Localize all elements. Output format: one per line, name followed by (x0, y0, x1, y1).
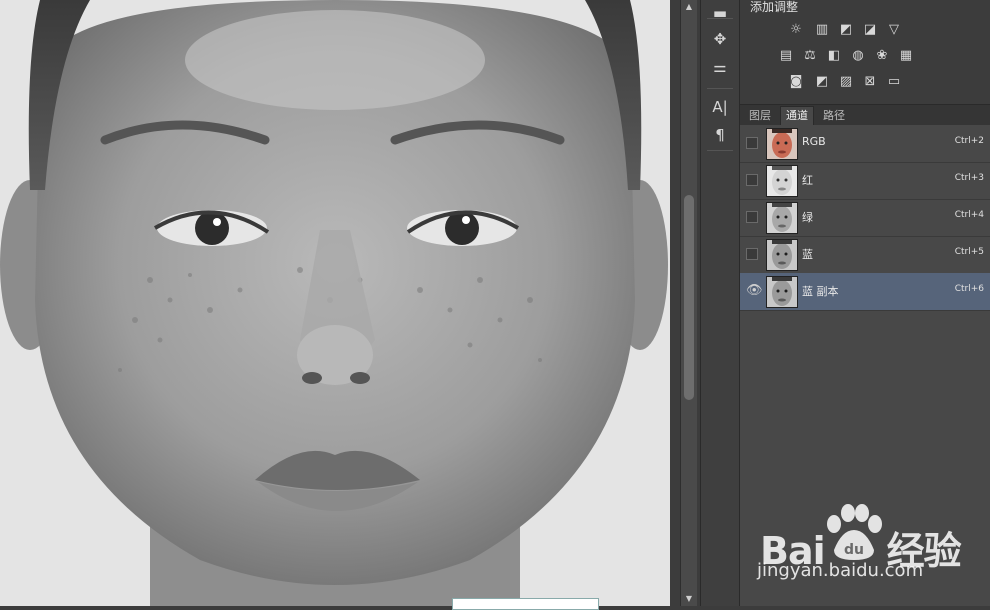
tab-paths[interactable]: 路径 (818, 107, 850, 125)
curves-icon[interactable]: ◩ (836, 22, 856, 38)
channel-row-blue[interactable]: 蓝 Ctrl+5 (740, 236, 990, 274)
watermark-url: jingyan.baidu.com (757, 560, 924, 581)
channel-row-red[interactable]: 红 Ctrl+3 (740, 162, 990, 200)
baidu-paw-icon: du (827, 504, 882, 560)
gradient-map-icon[interactable]: ▭ (884, 74, 904, 90)
color-lookup-icon[interactable]: ▦ (896, 48, 916, 64)
channel-name: RGB (802, 135, 826, 148)
divider (707, 18, 733, 19)
channel-thumbnail (766, 165, 798, 197)
visibility-toggle[interactable] (746, 211, 758, 223)
properties-icon[interactable]: ⚌ (705, 54, 735, 80)
adjustments-title: 添加调整 (750, 0, 799, 14)
channel-thumbnail (766, 128, 798, 160)
face-photo (0, 0, 670, 606)
scroll-thumb[interactable] (684, 195, 694, 400)
hue-saturation-icon[interactable]: ▤ (776, 48, 796, 64)
canvas-scrollbar[interactable]: ▲ ▼ (680, 0, 697, 606)
tab-channels[interactable]: 通道 (780, 106, 814, 125)
channel-shortcut: Ctrl+6 (954, 284, 984, 294)
color-balance-icon[interactable]: ⚖ (800, 48, 820, 64)
channel-mixer-icon[interactable]: ❀ (872, 48, 892, 64)
visibility-toggle[interactable] (746, 137, 758, 149)
channel-name: 蓝 (802, 248, 813, 261)
channel-row-green[interactable]: 绿 Ctrl+4 (740, 199, 990, 237)
visibility-toggle[interactable] (746, 248, 758, 260)
channel-name: 蓝 副本 (802, 285, 839, 298)
posterize-icon[interactable]: ◩ (812, 74, 832, 90)
threshold-icon[interactable]: ▨ (836, 74, 856, 90)
panel-tabbar: 图层 通道 路径 (740, 104, 990, 126)
channel-thumbnail (766, 239, 798, 271)
brush-preset-icon[interactable]: ✥ (705, 26, 735, 52)
selective-color-icon[interactable]: ⊠ (860, 74, 880, 90)
panel-toolstrip: ▬ ✥ ⚌ A| ¶ (700, 0, 740, 606)
history-icon[interactable]: ▬ (705, 0, 735, 26)
channel-thumbnail (766, 202, 798, 234)
channel-name: 红 (802, 174, 813, 187)
exposure-icon[interactable]: ◪ (860, 22, 880, 38)
baidu-watermark: Bai 经验 du jingyan.baidu.com (757, 500, 980, 600)
scroll-up-icon[interactable]: ▲ (684, 2, 694, 12)
eye-icon[interactable]: 👁 (746, 284, 763, 297)
popup-fragment (452, 598, 599, 610)
channel-name: 绿 (802, 211, 813, 224)
paragraph-icon[interactable]: ¶ (705, 122, 735, 148)
document-canvas[interactable] (0, 0, 670, 606)
channel-shortcut: Ctrl+2 (954, 136, 984, 146)
brightness-icon[interactable]: ☼ (786, 22, 806, 38)
channel-row-rgb[interactable]: RGB Ctrl+2 (740, 125, 990, 163)
vibrance-icon[interactable]: ▽ (884, 22, 904, 38)
divider (707, 88, 733, 89)
adjustments-panel: 添加调整 ☼ ▥ ◩ ◪ ▽ ▤ ⚖ ◧ ◍ ❀ ▦ ◙ ◩ ▨ ⊠ ▭ (740, 0, 990, 102)
channel-thumbnail (766, 276, 798, 308)
levels-icon[interactable]: ▥ (812, 22, 832, 38)
visibility-toggle[interactable] (746, 174, 758, 186)
divider (707, 150, 733, 151)
channel-shortcut: Ctrl+4 (954, 210, 984, 220)
watermark-paw-text: du (844, 542, 864, 558)
channel-shortcut: Ctrl+5 (954, 247, 984, 257)
channel-row-blue-copy[interactable]: 👁 蓝 副本 Ctrl+6 (740, 273, 990, 311)
photo-filter-icon[interactable]: ◍ (848, 48, 868, 64)
invert-icon[interactable]: ◙ (786, 74, 806, 90)
channel-shortcut: Ctrl+3 (954, 173, 984, 183)
scroll-down-icon[interactable]: ▼ (684, 594, 694, 604)
black-white-icon[interactable]: ◧ (824, 48, 844, 64)
character-icon[interactable]: A| (705, 94, 735, 120)
tab-layers[interactable]: 图层 (744, 107, 776, 125)
